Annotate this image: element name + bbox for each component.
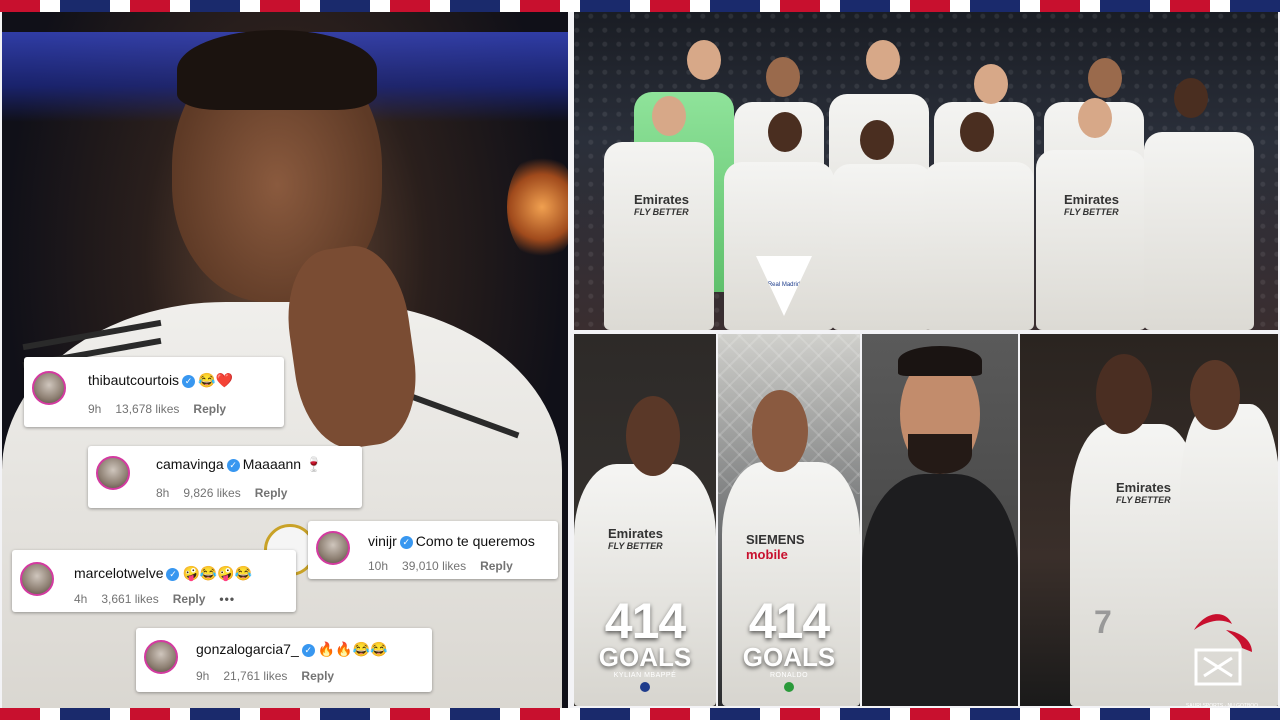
comment-card: marcelotwelve ✓ 🤪😂🤪😂 4h 3,661 likes Reply ••• — [12, 550, 296, 612]
avatar[interactable] — [32, 371, 66, 405]
coach-hair — [898, 346, 982, 376]
comment-username[interactable]: marcelotwelve — [74, 565, 163, 581]
player-face — [626, 396, 680, 476]
verified-badge-icon: ✓ — [166, 567, 180, 581]
player-head — [652, 96, 686, 136]
player-head — [1078, 98, 1112, 138]
team-player — [924, 162, 1034, 330]
verified-badge-icon: ✓ — [182, 374, 196, 388]
comment-card: gonzalogarcia7_ ✓ 🔥🔥😂😂 9h 21,761 likes Reply — [136, 628, 432, 692]
reply-button[interactable]: Reply — [255, 486, 288, 500]
sponsor-subtitle: FLY BETTER — [1064, 207, 1119, 217]
avatar[interactable] — [20, 562, 54, 596]
channel-logo-icon — [1194, 614, 1252, 686]
comment-likes[interactable]: 9,826 likes — [183, 486, 240, 500]
player-face — [752, 390, 808, 472]
goals-label: GOALS — [598, 642, 692, 672]
comment-time: 10h — [368, 559, 389, 573]
team-player — [832, 164, 932, 330]
player-face — [1190, 360, 1240, 430]
comment-card: thibautcourtois ✓ 😂❤️ 9h 13,678 likes Reply — [24, 357, 284, 427]
avatar[interactable] — [96, 456, 130, 490]
comment-text: 😂❤️ — [198, 372, 233, 388]
player-head — [1174, 78, 1208, 118]
player-head — [768, 112, 802, 152]
sponsor-name: SIEMENS — [746, 532, 805, 547]
comment-likes[interactable]: 39,010 likes — [402, 559, 466, 573]
team-player — [1036, 150, 1146, 330]
comment-username[interactable]: thibautcourtois — [88, 372, 179, 388]
mbappe-goals-panel: Emirates FLY BETTER 414 GOALS KYLIAN MBAP… — [574, 334, 716, 706]
reply-button[interactable]: Reply — [301, 669, 334, 683]
reply-button[interactable]: Reply — [480, 559, 513, 573]
verified-badge-icon: ✓ — [399, 535, 413, 549]
team-photo: Emirates FLY BETTER Emirates FLY BETTER — [574, 12, 1278, 330]
comment-time: 9h — [196, 669, 210, 683]
avatar[interactable] — [144, 640, 178, 674]
player-head — [860, 120, 894, 160]
coach-portrait-panel — [862, 334, 1018, 706]
player-head — [960, 112, 994, 152]
comment-time: 4h — [74, 592, 88, 606]
player-head — [866, 40, 900, 80]
player-face — [1096, 354, 1152, 434]
comment-username[interactable]: camavinga — [156, 456, 224, 472]
logo-swoosh — [1194, 614, 1232, 630]
stadium-light-orb — [507, 152, 568, 262]
verified-badge-icon: ✓ — [301, 643, 315, 657]
sponsor-name: Emirates — [608, 526, 663, 541]
ronaldo-goals-panel: SIEMENS mobile 414 GOALS RONALDO — [718, 334, 860, 706]
comment-text: 🤪😂🤪😂 — [182, 565, 253, 581]
comment-text: 🔥🔥😂😂 — [317, 641, 388, 657]
verified-badge-icon: ✓ — [226, 458, 240, 472]
sponsor-subtitle: FLY BETTER — [1116, 495, 1171, 505]
sponsor-name: Emirates — [1064, 192, 1119, 207]
sponsor-subtitle: FLY BETTER — [608, 541, 663, 551]
comment-likes[interactable]: 13,678 likes — [115, 402, 179, 416]
comment-username[interactable]: gonzalogarcia7_ — [196, 641, 299, 657]
shirt-sponsor: Emirates FLY BETTER — [1064, 192, 1119, 217]
shorts-number: 7 — [1094, 604, 1112, 640]
comment-card: vinijr ✓ Como te queremos 10h 39,010 likes R… — [308, 521, 558, 579]
shirt-sponsor: Emirates FLY BETTER — [1116, 480, 1171, 505]
player-head — [1088, 58, 1122, 98]
player-name: RONALDO — [769, 672, 809, 679]
sponsor-name: Emirates — [634, 192, 689, 207]
reply-button[interactable]: Reply — [193, 402, 226, 416]
more-options-icon[interactable]: ••• — [219, 592, 235, 606]
player-hair — [177, 30, 377, 110]
watermark-text: SAURI SPORTS · NU GOTBOO — [1185, 703, 1259, 709]
shirt-sponsor: SIEMENS mobile — [746, 532, 805, 562]
comment-time: 8h — [156, 486, 170, 500]
player-head — [766, 57, 800, 97]
decorative-border-top — [0, 0, 1280, 12]
comment-time: 9h — [88, 402, 102, 416]
shirt-sponsor: Emirates FLY BETTER — [634, 192, 689, 217]
comment-text: Maaaann 🍷 — [242, 456, 323, 472]
flag-icon — [784, 682, 794, 692]
logo-cross — [1203, 656, 1233, 678]
decorative-border-bottom — [0, 708, 1280, 720]
player-name: KYLIAN MBAPPÉ — [613, 672, 677, 679]
player-head — [687, 40, 721, 80]
avatar[interactable] — [316, 531, 350, 565]
sponsor-subtitle: FLY BETTER — [634, 207, 689, 217]
reply-button[interactable]: Reply — [173, 592, 206, 606]
comment-text: Como te queremos — [415, 533, 535, 549]
team-player — [604, 142, 714, 330]
shirt-sponsor: Emirates FLY BETTER — [608, 526, 663, 551]
goals-label: GOALS — [742, 642, 836, 672]
comment-username[interactable]: vinijr — [368, 533, 397, 549]
comment-likes[interactable]: 21,761 likes — [223, 669, 287, 683]
comment-likes[interactable]: 3,661 likes — [101, 592, 158, 606]
flag-icon — [640, 682, 650, 692]
sponsor-subtitle: mobile — [746, 547, 788, 562]
sponsor-name: Emirates — [1116, 480, 1171, 495]
comment-card: camavinga ✓ Maaaann 🍷 8h 9,826 likes Reply — [88, 446, 362, 508]
team-player — [1144, 132, 1254, 330]
coach-beard — [908, 434, 972, 474]
player-head — [974, 64, 1008, 104]
coach-coat — [862, 474, 1018, 706]
